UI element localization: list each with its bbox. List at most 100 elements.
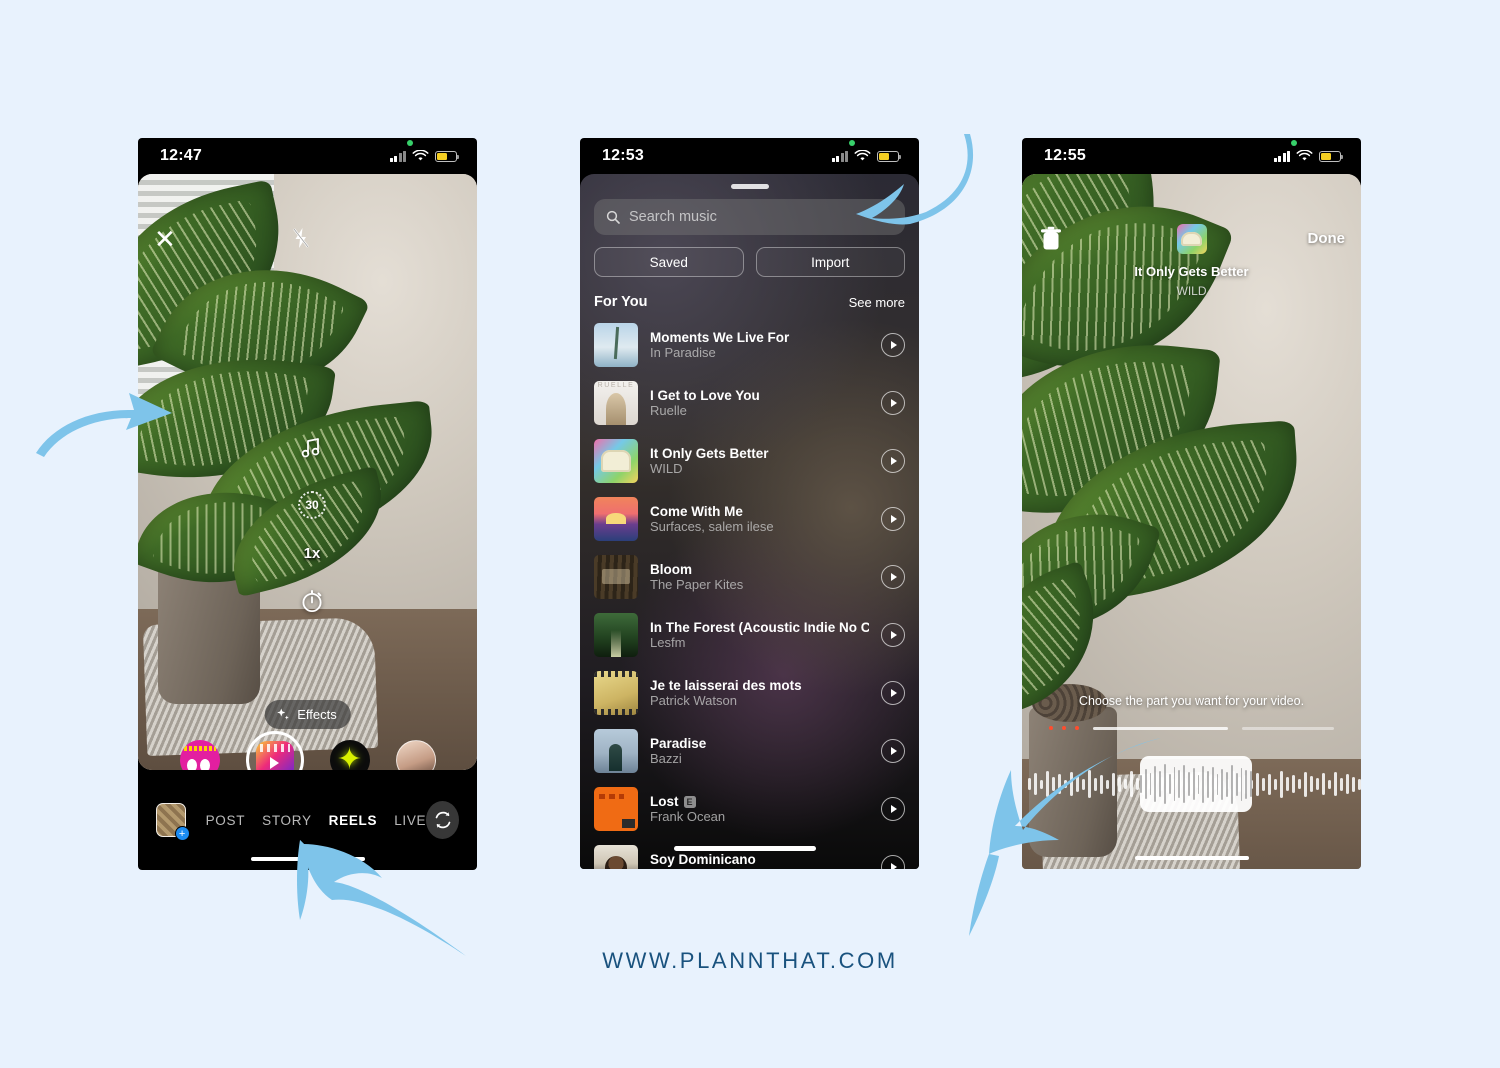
track-meta: Paradise Bazzi [650,736,869,766]
album-art [594,323,638,367]
status-bar-2: 12:53 [580,138,919,174]
gallery-thumbnail[interactable]: + [156,803,190,841]
saved-button[interactable]: Saved [594,247,744,277]
search-input[interactable]: Search music [594,199,905,235]
music-tool-icon[interactable] [299,436,325,465]
album-art [594,613,638,657]
trim-selection-handle[interactable] [1140,756,1252,812]
play-icon[interactable] [881,855,905,869]
phone-1-camera: 12:47 ✕ 30 1x Effects ✦ + POST STORY REE… [138,138,477,870]
track-row[interactable]: I Get to Love You Ruelle [580,374,919,432]
track-row[interactable]: Lost E Frank Ocean [580,780,919,838]
camera-viewport[interactable]: ✕ 30 1x Effects ✦ [138,174,477,770]
track-title: Lost [650,794,679,809]
for-you-header: For You See more [594,294,905,310]
timer-tool-icon[interactable] [299,588,325,619]
track-row[interactable]: It Only Gets Better WILD [580,432,919,490]
play-icon[interactable] [881,507,905,531]
sparkle-filter-icon[interactable] [329,740,370,770]
mode-tab-post[interactable]: POST [206,813,246,828]
duration-label: 30 [305,498,319,512]
track-artist: Ruelle [650,403,687,418]
flash-off-icon[interactable] [290,226,312,255]
album-art [594,381,638,425]
track-artist: Frank Ocean [650,809,726,824]
privacy-dot-icon [849,140,855,146]
mode-tab-live[interactable]: LIVE [394,813,426,828]
track-meta: Je te laisserai des mots Patrick Watson [650,678,869,708]
track-artist: Patrick Watson [650,693,737,708]
track-row[interactable]: Je te laisserai des mots Patrick Watson [580,664,919,722]
track-meta: I Get to Love You Ruelle [650,388,869,418]
track-row[interactable]: Moments We Live For In Paradise [580,316,919,374]
explicit-badge: E [683,795,696,808]
speed-tool[interactable]: 1x [304,545,321,562]
flip-camera-icon[interactable] [426,801,459,839]
track-meta: In The Forest (Acoustic Indie No Copyrig… [650,620,869,650]
cellular-signal-icon [831,150,848,162]
shutter-button[interactable] [245,731,304,770]
duration-tool[interactable]: 30 [298,491,326,519]
album-art [594,497,638,541]
play-icon[interactable] [881,565,905,589]
close-icon[interactable]: ✕ [154,226,176,252]
sparkle-icon [276,708,289,720]
see-more-link[interactable]: See more [849,295,905,310]
album-art [594,671,638,715]
privacy-dot-icon [407,140,413,146]
track-list: Moments We Live For In Paradise I Get to… [580,316,919,869]
album-art [594,787,638,831]
track-title: Je te laisserai des mots [650,678,802,693]
cellular-signal-icon [389,150,406,162]
track-title: Come With Me [650,504,743,519]
status-time: 12:53 [602,147,644,164]
track-artist: Surfaces, salem ilese [650,519,774,534]
done-button[interactable]: Done [1308,230,1346,247]
track-artist: Fernandito Villalona [650,867,869,869]
effects-button[interactable]: Effects [264,700,351,729]
play-icon[interactable] [881,391,905,415]
play-icon[interactable] [881,739,905,763]
lyric-line-dim [1242,726,1334,730]
footer-url: WWW.PLANNTHAT.COM [602,948,898,973]
effects-label: Effects [297,707,337,722]
cellular-signal-icon [1273,150,1290,162]
search-icon [606,210,620,224]
speed-label: 1x [303,545,321,562]
face-filter-icon[interactable] [395,740,436,770]
track-row[interactable]: Bloom The Paper Kites [580,548,919,606]
sheet-grabber[interactable] [730,184,769,189]
play-icon[interactable] [881,449,905,473]
track-row[interactable]: Paradise Bazzi [580,722,919,780]
privacy-dot-icon [1291,140,1297,146]
status-bar-3: 12:55 [1022,138,1361,174]
eyes-filter-icon[interactable] [179,740,220,770]
status-indicators [831,140,902,162]
reels-icon [255,741,294,770]
track-artist: WILD [650,461,683,476]
phone-2-music-picker: 12:53 Search music Saved Import For You … [580,138,919,869]
video-preview[interactable]: Done It Only Gets Better WILD Choose the… [1022,174,1361,869]
mode-tab-story[interactable]: STORY [262,813,312,828]
track-row[interactable]: In The Forest (Acoustic Indie No Copyrig… [580,606,919,664]
play-icon[interactable] [881,797,905,821]
track-artist: In Paradise [650,345,716,360]
mode-tab-reels[interactable]: REELS [329,813,378,828]
add-icon: + [174,826,190,841]
camera-side-tools: 30 1x [290,436,334,619]
album-art [594,729,638,773]
section-title: For You [594,294,648,310]
now-playing-album-art [1176,224,1207,254]
track-title: It Only Gets Better [650,446,769,461]
track-row[interactable]: Soy Dominicano Fernandito Villalona [580,838,919,869]
play-icon[interactable] [881,681,905,705]
track-row[interactable]: Come With Me Surfaces, salem ilese [580,490,919,548]
track-artist: The Paper Kites [650,577,744,592]
camera-bottom-bar: + POST STORY REELS LIVE [138,770,477,870]
import-button[interactable]: Import [755,247,905,277]
track-title: I Get to Love You [650,388,760,403]
play-icon[interactable] [881,333,905,357]
trim-hint-text: Choose the part you want for your video. [1078,694,1305,708]
trash-icon[interactable] [1040,226,1062,257]
play-icon[interactable] [881,623,905,647]
